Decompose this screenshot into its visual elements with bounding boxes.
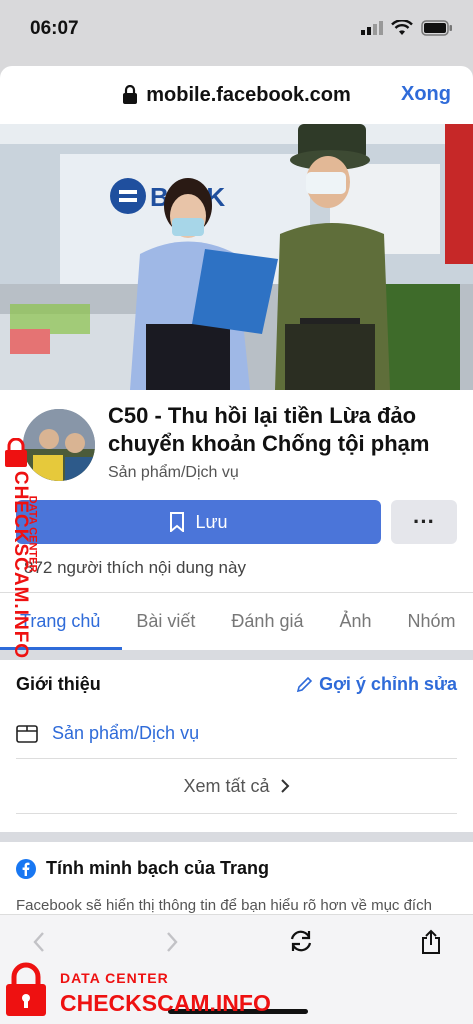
suggest-edit-link[interactable]: Gợi ý chỉnh sửa	[295, 674, 457, 695]
share-button[interactable]	[420, 929, 442, 962]
cover-image: BANK	[0, 124, 473, 390]
pencil-icon	[297, 676, 313, 692]
section-divider-2	[0, 832, 473, 842]
forward-button[interactable]	[165, 929, 179, 960]
suggest-edit-label: Gợi ý chỉnh sửa	[319, 674, 457, 694]
chevron-right-icon	[280, 779, 289, 793]
cover-photo[interactable]: BANK	[0, 124, 473, 390]
category-link[interactable]: Sản phẩm/Dịch vụ	[52, 723, 199, 744]
action-row: Lưu ···	[16, 482, 457, 544]
category-box-icon	[16, 724, 38, 743]
section-divider	[0, 650, 473, 660]
watermark-lock-icon	[5, 438, 27, 467]
see-all-button[interactable]: Xem tất cả	[16, 758, 457, 814]
reload-button[interactable]	[288, 929, 314, 960]
save-button[interactable]: Lưu	[16, 500, 381, 544]
intro-title: Giới thiệu	[16, 674, 101, 694]
browser-sheet: mobile.facebook.com Xong BANK	[0, 66, 473, 1024]
reload-icon	[290, 930, 312, 952]
more-dots-icon: ···	[413, 509, 435, 534]
watermark-lock-icon-large	[6, 962, 46, 1016]
page-category: Sản phẩm/Dịch vụ	[108, 464, 239, 481]
category-row[interactable]: Sản phẩm/Dịch vụ	[0, 709, 473, 758]
lock-icon	[123, 85, 138, 104]
status-time: 06:07	[30, 18, 79, 39]
page-title: C50 - Thu hồi lại tiền Lừa đảo chuyển kh…	[108, 403, 430, 456]
transparency-header: Tính minh bạch của Trang	[0, 842, 473, 889]
tab-posts[interactable]: Bài viết	[136, 611, 195, 632]
status-bar: 06:07	[0, 0, 473, 62]
transparency-title: Tính minh bạch của Trang	[46, 858, 270, 878]
watermark-bottom: DATA CENTER CHECKSCAM.INFO	[4, 960, 304, 1020]
chevron-left-icon	[33, 932, 44, 952]
intro-header: Giới thiệu Gợi ý chỉnh sửa	[0, 660, 473, 709]
bookmark-icon	[170, 512, 185, 532]
watermark-side: DATA CENTER CHECKSCAM.INFO	[0, 436, 38, 666]
url-bar[interactable]: mobile.facebook.com Xong	[0, 66, 473, 124]
signal-icon	[361, 21, 383, 35]
watermark-brand: CHECKSCAM.INFO	[60, 990, 271, 1016]
chevron-right-icon	[167, 932, 178, 952]
tab-groups[interactable]: Nhóm	[408, 611, 456, 632]
more-button[interactable]: ···	[391, 500, 457, 544]
page-profile: C50 - Thu hồi lại tiền Lừa đảo chuyển kh…	[0, 390, 473, 544]
save-label: Lưu	[195, 511, 228, 532]
tab-reviews[interactable]: Đánh giá	[231, 611, 303, 632]
battery-icon	[421, 20, 452, 36]
likes-count: 872 người thích nội dung này	[24, 558, 246, 577]
tab-photos[interactable]: Ảnh	[339, 611, 371, 632]
done-button[interactable]: Xong	[401, 83, 451, 106]
facebook-icon	[16, 858, 36, 879]
page-tabs: Trang chủ Bài viết Đánh giá Ảnh Nhóm	[0, 592, 473, 650]
watermark-side-brand: CHECKSCAM.INFO	[10, 470, 32, 660]
watermark-label: DATA CENTER	[60, 970, 169, 986]
share-icon	[422, 929, 440, 954]
url-text: mobile.facebook.com	[146, 83, 351, 106]
wifi-icon	[391, 20, 413, 35]
back-button[interactable]	[32, 929, 46, 960]
see-all-label: Xem tất cả	[183, 775, 270, 796]
status-icons	[361, 20, 453, 36]
